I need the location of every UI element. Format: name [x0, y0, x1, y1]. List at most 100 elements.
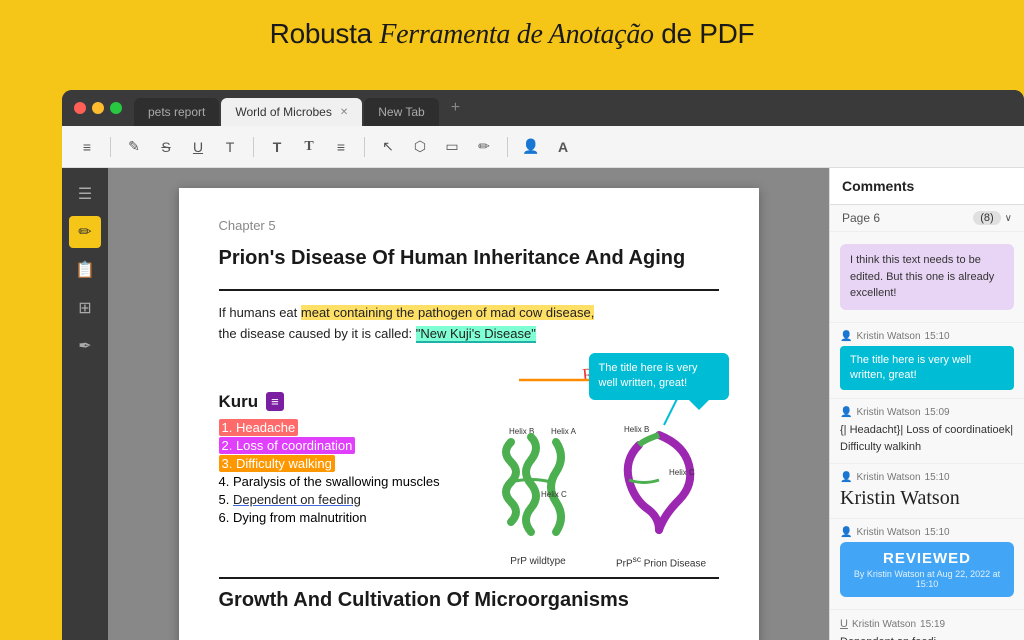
callout-arrow	[659, 395, 699, 430]
comments-title: Comments	[842, 178, 914, 194]
heading-2-text: Kuru	[219, 392, 259, 412]
comment-6: U Kristin Watson 15:19 Dependent on feed…	[830, 610, 1024, 640]
sidebar-sticky-icon[interactable]: 📋	[69, 254, 101, 286]
wildtype-svg: Helix B Helix A Helix C	[481, 422, 596, 547]
banner-prefix: Robusta	[270, 18, 380, 49]
tab-label: New Tab	[378, 105, 424, 119]
comments-header: Comments	[830, 168, 1024, 205]
svg-text:Helix B: Helix B	[624, 425, 649, 434]
comment-1: I think this text needs to be edited. Bu…	[830, 232, 1024, 323]
tab-pets-report[interactable]: pets report	[134, 98, 219, 126]
toolbar-rect-icon[interactable]: ▭	[439, 134, 465, 160]
symptom-3: 3. Difficulty walking	[219, 456, 471, 471]
toolbar-color-icon[interactable]: A	[550, 134, 576, 160]
left-sidebar: ☰ ✏ 📋 ⊞ ✒	[62, 168, 108, 640]
sidebar-sign-icon[interactable]: ✒	[69, 330, 101, 362]
symptom-2: 2. Loss of coordination	[219, 438, 471, 453]
svg-text:Helix C: Helix C	[669, 468, 695, 477]
comment-count: (8)	[973, 211, 1000, 225]
comment-4-author: 👤 Kristin Watson 15:10	[840, 472, 1014, 483]
symptom-6: 6. Dying from malnutrition	[219, 510, 471, 525]
comment-3-avatar: 👤	[840, 407, 852, 418]
sidebar-highlight-icon[interactable]: ✏	[69, 216, 101, 248]
close-button[interactable]	[74, 102, 86, 114]
comment-4: 👤 Kristin Watson 15:10 Kristin Watson	[830, 464, 1024, 519]
symptom-3-text: 3. Difficulty walking	[219, 455, 335, 472]
toolbar-text3-icon[interactable]: T	[296, 134, 322, 160]
chevron-icon[interactable]: ∨	[1005, 213, 1012, 224]
protein-diagrams: Helix B Helix A Helix C PrP wildtype	[481, 420, 719, 569]
note-icon[interactable]: ≡	[266, 392, 284, 411]
symptom-5: 5. Dependent on feeding	[219, 492, 471, 507]
toolbar-separator	[110, 137, 111, 157]
comment-2-bubble: The title here is very well written, gre…	[840, 346, 1014, 391]
pdf-viewer[interactable]: Chapter 5 Prion's Disease Of Human Inher…	[108, 168, 829, 640]
toolbar-separator4	[507, 137, 508, 157]
symptom-list: 1. Headache 2. Loss of coordination 3. D…	[219, 420, 471, 525]
new-tab-button[interactable]: +	[441, 99, 470, 117]
content-area: ☰ ✏ 📋 ⊞ ✒ Chapter 5 Prion's Disease Of H…	[62, 168, 1024, 640]
comment-4-avatar: 👤	[840, 472, 852, 483]
reviewed-sub: By Kristin Watson at Aug 22, 2022 at 15:…	[852, 569, 1002, 589]
heading-1-container: Prion's Disease Of Human Inheritance And…	[219, 245, 719, 291]
disease-svg: Helix B Helix C	[604, 420, 719, 545]
toolbar-pencil-icon[interactable]: ✏	[471, 134, 497, 160]
toolbar-strikethrough-icon[interactable]: S	[153, 134, 179, 160]
highlighted-text-cyan: "New Kuji's Disease"	[416, 326, 536, 343]
symptoms-container: 1. Headache 2. Loss of coordination 3. D…	[219, 420, 471, 535]
toolbar: ≡ ✎ S U T T T ≡ ↖ ⬡ ▭ ✏ 👤 A	[62, 126, 1024, 168]
maximize-button[interactable]	[110, 102, 122, 114]
comment-6-time: 15:19	[920, 619, 945, 630]
comment-5: 👤 Kristin Watson 15:10 REVIEWED By Krist…	[830, 519, 1024, 610]
toolbar-user-icon[interactable]: 👤	[518, 134, 544, 160]
comment-2-name: Kristin Watson	[856, 331, 920, 342]
wildtype-label: PrP wildtype	[481, 556, 596, 567]
comment-5-name: Kristin Watson	[856, 527, 920, 538]
banner-text: Robusta Ferramenta de Anotação de PDF	[0, 0, 1024, 65]
comment-2-text: The title here is very well written, gre…	[850, 354, 971, 381]
toolbar-separator2	[253, 137, 254, 157]
comment-4-name: Kristin Watson	[856, 472, 920, 483]
tab-world-of-microbes[interactable]: World of Microbes ✕	[221, 98, 362, 126]
comments-list: I think this text needs to be edited. Bu…	[830, 232, 1024, 640]
toolbar-underline-icon[interactable]: U	[185, 134, 211, 160]
heading-3-container: Growth And Cultivation Of Microorganisms	[219, 577, 719, 613]
comment-6-name: Kristin Watson	[852, 619, 916, 630]
symptom-2-text: 2. Loss of coordination	[219, 437, 356, 454]
pdf-page: Chapter 5 Prion's Disease Of Human Inher…	[179, 188, 759, 640]
comments-panel: Comments Page 6 (8) ∨ I think this text …	[829, 168, 1024, 640]
tab-close-icon[interactable]: ✕	[340, 107, 348, 118]
sidebar-stamp-icon[interactable]: ⊞	[69, 292, 101, 324]
toolbar-text-icon[interactable]: T	[217, 134, 243, 160]
chapter-label: Chapter 5	[219, 218, 719, 233]
symptom-5-text: Dependent on feeding	[233, 492, 361, 507]
comment-2-time: 15:10	[925, 331, 950, 342]
reviewed-badge: REVIEWED By Kristin Watson at Aug 22, 20…	[840, 542, 1014, 597]
toolbar-list-icon[interactable]: ≡	[328, 134, 354, 160]
comment-3-name: Kristin Watson	[856, 407, 920, 418]
minimize-button[interactable]	[92, 102, 104, 114]
toolbar-cursor-icon[interactable]: ↖	[375, 134, 401, 160]
sidebar-pages-icon[interactable]: ☰	[69, 178, 101, 210]
count-area: (8) ∨	[973, 211, 1012, 225]
toolbar-pen-icon[interactable]: ✎	[121, 134, 147, 160]
comment-5-author: 👤 Kristin Watson 15:10	[840, 527, 1014, 538]
tab-new-tab[interactable]: New Tab	[364, 98, 438, 126]
comment-2: 👤 Kristin Watson 15:10 The title here is…	[830, 323, 1024, 400]
comment-1-text: I think this text needs to be edited. Bu…	[850, 254, 994, 299]
svg-text:Helix A: Helix A	[551, 427, 577, 436]
banner-italic: Ferramenta de Anotação	[379, 19, 653, 50]
toolbar-text2-icon[interactable]: T	[264, 134, 290, 160]
signature-area: Kristin Watson	[840, 487, 1014, 510]
page-info[interactable]: Page 6 (8) ∨	[830, 205, 1024, 232]
signature-text: Kristin Watson	[840, 487, 960, 509]
symptom-4: 4. Paralysis of the swallowing muscles	[219, 474, 471, 489]
traffic-lights	[62, 102, 134, 114]
toolbar-layout-icon[interactable]: ≡	[74, 134, 100, 160]
app-window: pets report World of Microbes ✕ New Tab …	[62, 90, 1024, 640]
toolbar-shape-icon[interactable]: ⬡	[407, 134, 433, 160]
tab-bar: pets report World of Microbes ✕ New Tab …	[134, 90, 1024, 126]
tab-label: pets report	[148, 105, 205, 119]
callout-text: The title here is very well written, gre…	[599, 362, 698, 389]
comment-2-author: 👤 Kristin Watson 15:10	[840, 331, 1014, 342]
